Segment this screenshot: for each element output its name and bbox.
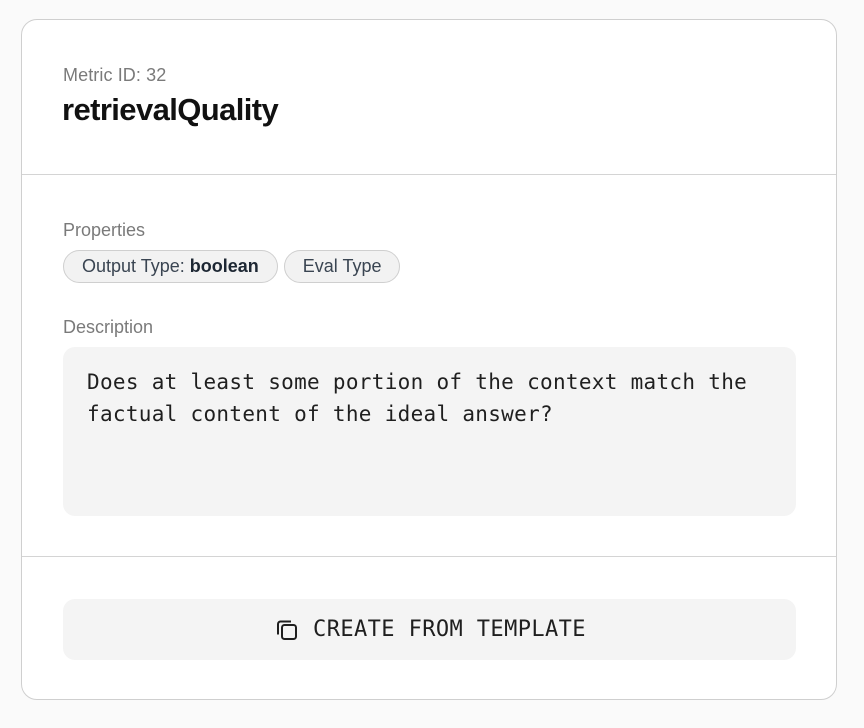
metric-card: Metric ID: 32 retrievalQuality Propertie… [21, 19, 837, 700]
create-from-template-label: CREATE FROM TEMPLATE [313, 617, 586, 642]
eval-type-key: Eval Type [302, 256, 382, 276]
card-header: Metric ID: 32 retrievalQuality [22, 20, 836, 175]
metric-id-label: Metric ID: 32 [63, 65, 167, 85]
metric-title: retrievalQuality [62, 92, 279, 127]
output-type-pill: Output Type: boolean [63, 250, 278, 283]
description-label: Description [63, 317, 154, 337]
copy-icon [273, 616, 301, 644]
output-type-value: boolean [189, 256, 259, 276]
eval-type-pill: Eval Type [283, 250, 401, 283]
card-body: Properties Output Type: boolean Eval Typ… [22, 175, 836, 557]
properties-label: Properties [63, 220, 146, 240]
properties-pills: Output Type: boolean Eval Type [63, 250, 401, 283]
description-text: Does at least some portion of the contex… [63, 347, 796, 516]
output-type-key: Output Type: [82, 256, 185, 276]
create-from-template-button[interactable]: CREATE FROM TEMPLATE [63, 599, 796, 660]
card-footer: CREATE FROM TEMPLATE [22, 557, 836, 699]
